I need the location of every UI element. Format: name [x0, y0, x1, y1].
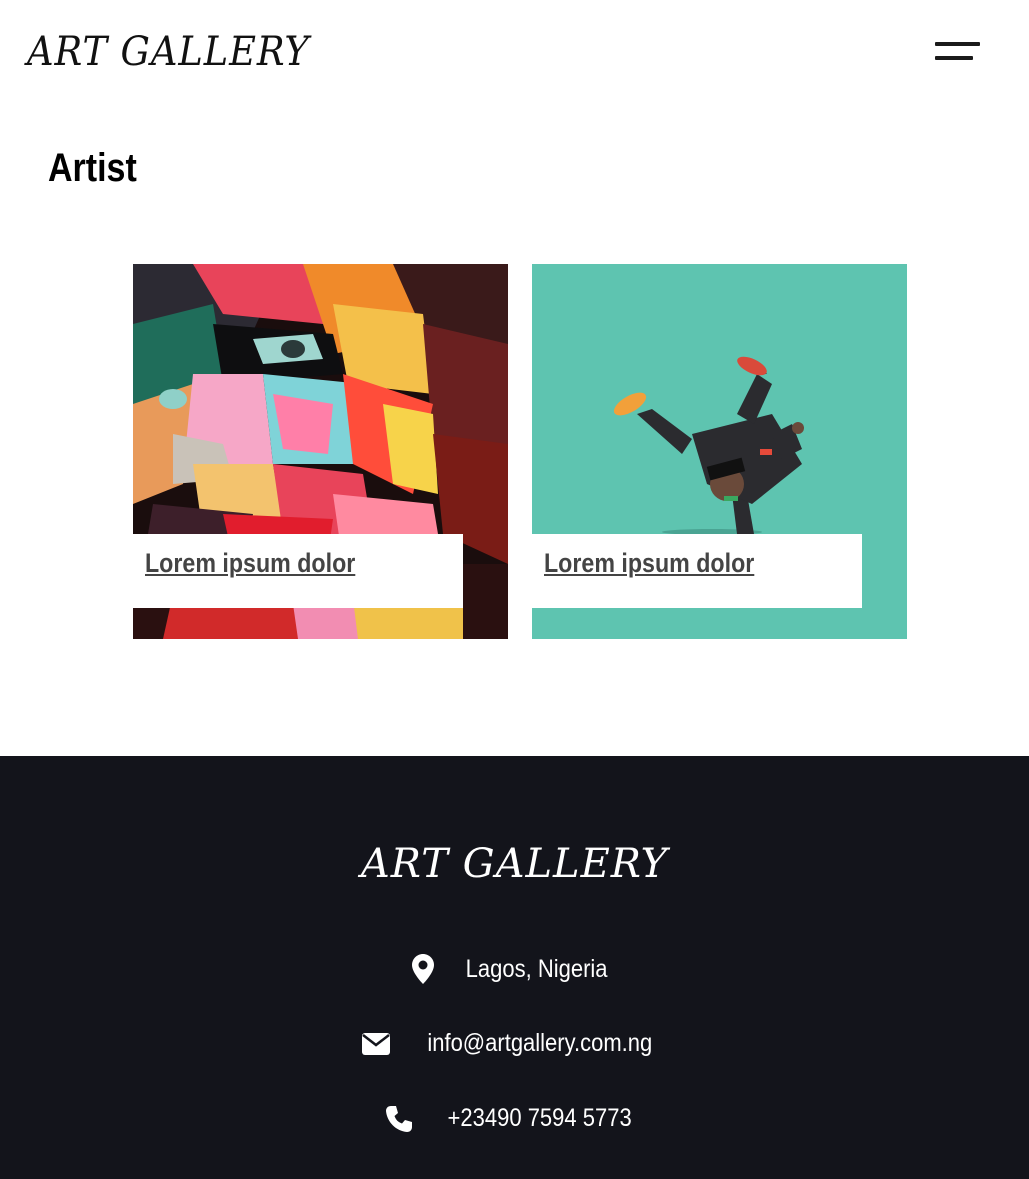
- email-link[interactable]: info@artgallery.com.ng: [427, 1029, 652, 1058]
- site-logo[interactable]: ART GALLERY: [27, 26, 310, 78]
- contact-location: Lagos, Nigeria: [0, 954, 1029, 984]
- menu-bar-bottom: [935, 56, 973, 60]
- contact-phone: +23490 7594 5773: [0, 1104, 1029, 1133]
- card-caption: Lorem ipsum dolor: [532, 534, 862, 608]
- card-caption-link[interactable]: Lorem ipsum dolor: [145, 548, 355, 579]
- site-footer: ART GALLERY Lagos, Nigeria info@artgalle…: [0, 756, 1029, 1179]
- artist-card[interactable]: Lorem ipsum dolor: [532, 264, 907, 639]
- page-title: Artist: [48, 146, 137, 190]
- card-caption: Lorem ipsum dolor: [133, 534, 463, 608]
- card-caption-link[interactable]: Lorem ipsum dolor: [544, 548, 754, 579]
- footer-logo[interactable]: ART GALLERY: [0, 838, 1029, 890]
- phone-link[interactable]: +23490 7594 5773: [447, 1104, 631, 1133]
- map-pin-icon: [411, 954, 434, 984]
- contact-email: info@artgallery.com.ng: [0, 1029, 1029, 1058]
- phone-icon: [385, 1105, 412, 1132]
- location-text: Lagos, Nigeria: [465, 954, 608, 983]
- hamburger-menu-icon[interactable]: [928, 36, 988, 70]
- site-header: ART GALLERY: [0, 0, 1029, 110]
- artist-card[interactable]: Lorem ipsum dolor: [133, 264, 508, 639]
- menu-bar-top: [935, 42, 980, 46]
- envelope-icon: [361, 1032, 390, 1055]
